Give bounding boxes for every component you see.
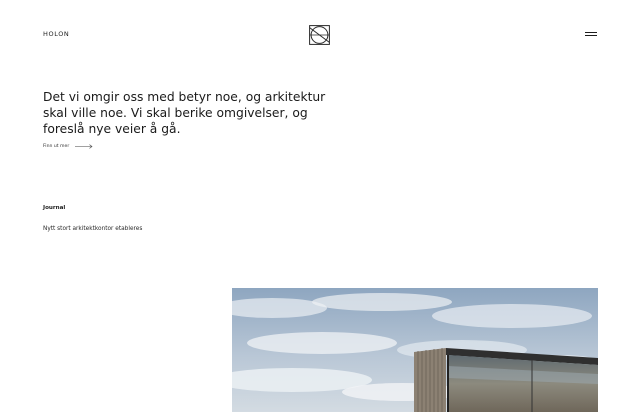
journal-heading: Journal [43,205,66,211]
arrow-right-icon [75,144,93,149]
holon-monogram-icon[interactable] [309,25,330,45]
find-out-more-link[interactable]: Finn ut mer [43,144,93,149]
hamburger-menu-icon[interactable] [585,30,599,38]
brand-name[interactable]: HOLON [43,30,69,38]
journal-item-link[interactable]: Nytt stort arkitektkontor etableres [43,226,142,232]
page: HOLON Det vi omgir oss med betyr noe, og… [0,0,640,412]
find-out-more-label: Finn ut mer [43,144,70,149]
modern-building-photo[interactable] [232,288,598,412]
building-photo-graphic [232,288,598,412]
menu-line [585,35,597,36]
hero-headline: Det vi omgir oss med betyr noe, og arkit… [43,90,326,137]
menu-line [585,32,597,33]
